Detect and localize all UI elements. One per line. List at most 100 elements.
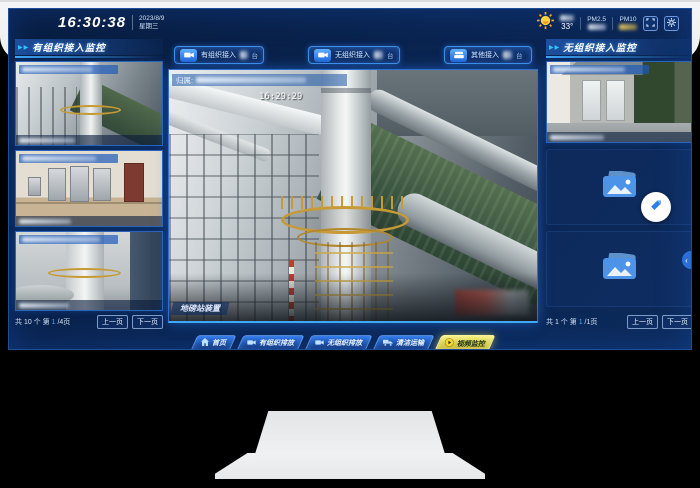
camera-name-overlay [550, 65, 649, 74]
current-time: 16:30:38 [58, 14, 126, 31]
page-info: 共 1 个 第 1 /1页 [546, 317, 597, 327]
left-panel-header: ▶▶ 有组织接入监控 [15, 39, 163, 55]
expand-icon [646, 14, 655, 32]
prev-page-button[interactable]: 上一页 [97, 315, 128, 329]
double-arrow-icon: ▶▶ [18, 44, 29, 51]
redacted-text [19, 138, 75, 143]
camera-feed-preview [547, 62, 692, 142]
monitor-mockup: 16:30:38 2023/8/9 星期三 33° PM2.5 [0, 0, 700, 488]
camera-icon [247, 339, 256, 348]
tab-label: 首页 [212, 338, 226, 348]
redacted-text [588, 24, 606, 30]
location-label: 地磅站装置 [180, 303, 220, 314]
bottom-nav: 首页 有组织排放 无组织排放 清洁运输 视频监控 [194, 335, 492, 350]
gear-icon [667, 14, 676, 32]
current-weekday: 星期三 [139, 23, 164, 30]
stat-label: 有组织接入 [201, 50, 236, 60]
camera-feed-preview [16, 62, 162, 145]
pm25-label: PM2.5 [587, 16, 606, 23]
fullscreen-button[interactable] [643, 16, 658, 31]
weather-bar: 33° PM2.5 PM10 [537, 13, 679, 33]
stat-label: 无组织接入 [335, 50, 370, 60]
redacted-text [22, 156, 96, 161]
camera-thumbnail-2[interactable] [15, 150, 163, 227]
stat-chip-other[interactable]: 其他接入 台 [444, 46, 532, 64]
play-circle-icon [445, 338, 454, 349]
page-count-text: 共 10 个 第 [15, 319, 50, 326]
pm10-label: PM10 [620, 16, 637, 23]
divider [612, 17, 613, 30]
pm10-readout: PM10 [619, 16, 637, 30]
camera-thumbnail-right[interactable] [546, 61, 692, 143]
camera-name-overlay [19, 154, 118, 163]
image-placeholder-icon [603, 171, 637, 203]
redacted-value [240, 51, 248, 59]
right-panel-title: 无组织接入监控 [563, 40, 637, 54]
main-video-feed[interactable]: 归属: 16:29:29 地磅站装置 [168, 69, 538, 323]
camera-icon [180, 49, 197, 62]
camera-icon [315, 339, 324, 348]
tab-clean-transport[interactable]: 清洁运输 [372, 335, 434, 350]
owner-label: 归属: [176, 75, 193, 86]
tab-label: 清洁运输 [396, 338, 424, 348]
redacted-value [503, 51, 512, 59]
next-page-button[interactable]: 下一页 [132, 315, 163, 329]
redacted-text [560, 15, 574, 21]
camera-caption-overlay [16, 135, 162, 145]
home-icon [201, 338, 209, 348]
camera-name-overlay [19, 235, 118, 244]
prev-page-button[interactable]: 上一页 [627, 315, 658, 329]
stat-chip-organized[interactable]: 有组织接入 台 [174, 46, 264, 64]
empty-camera-slot-1[interactable] [546, 149, 692, 225]
current-date: 2023/8/9 [139, 15, 164, 22]
redacted-text [550, 135, 604, 140]
dashboard-screen: 16:30:38 2023/8/9 星期三 33° PM2.5 [8, 8, 692, 350]
chevron-left-icon: ‹ [685, 256, 688, 265]
temperature: 33° [561, 22, 573, 31]
tab-label: 视频监控 [457, 338, 485, 348]
left-panel-title: 有组织接入监控 [32, 40, 106, 54]
stat-unit: 台 [387, 50, 394, 60]
redacted-text [22, 237, 100, 242]
redacted-text [619, 24, 637, 30]
date-block: 2023/8/9 星期三 [132, 15, 164, 30]
left-pagination: 共 10 个 第 1 /4页 上一页 下一页 [15, 314, 163, 330]
monitor-stand-base [215, 453, 485, 479]
video-location-overlay: 地磅站装置 [171, 302, 230, 315]
camera-caption-overlay [16, 300, 162, 310]
redacted-text [553, 67, 625, 72]
stat-label: 其他接入 [471, 50, 499, 60]
video-owner-overlay: 归属: [172, 74, 347, 86]
next-page-button[interactable]: 下一页 [662, 315, 692, 329]
stat-unit: 台 [516, 50, 523, 60]
camera-caption-overlay [16, 216, 162, 226]
camera-caption-overlay [547, 132, 692, 142]
video-timestamp: 16:29:29 [259, 92, 302, 102]
stat-chip-unorganized[interactable]: 无组织接入 台 [308, 46, 400, 64]
camera-thumbnail-3[interactable] [15, 231, 163, 311]
empty-camera-slot-2[interactable] [546, 231, 692, 307]
page-count-text: 共 1 个 第 [546, 319, 577, 326]
tab-video-monitoring[interactable]: 视频监控 [434, 335, 495, 350]
settings-button[interactable] [664, 16, 679, 31]
total-pages-text: /1页 [585, 319, 598, 326]
current-page: 1 [579, 319, 583, 326]
right-pagination: 共 1 个 第 1 /1页 上一页 下一页 [546, 314, 692, 330]
tab-home[interactable]: 首页 [190, 335, 236, 350]
tab-label: 无组织排放 [327, 338, 362, 348]
camera-icon [314, 49, 331, 62]
clock-block: 16:30:38 2023/8/9 星期三 [58, 14, 164, 31]
tab-unorganized-emissions[interactable]: 无组织排放 [304, 335, 372, 350]
tab-organized-emissions[interactable]: 有组织排放 [236, 335, 304, 350]
right-panel-header: ▶▶ 无组织接入监控 [546, 39, 692, 55]
current-page: 1 [52, 319, 56, 326]
redacted-text [22, 67, 92, 72]
redacted-text [196, 77, 306, 83]
floating-plugin-button[interactable] [641, 192, 671, 222]
double-arrow-icon: ▶▶ [549, 44, 560, 51]
divider [580, 17, 581, 30]
image-placeholder-icon [603, 253, 637, 285]
sun-icon [537, 12, 554, 34]
camera-thumbnail-1[interactable] [15, 61, 163, 146]
page-info: 共 10 个 第 1 /4页 [15, 317, 70, 327]
